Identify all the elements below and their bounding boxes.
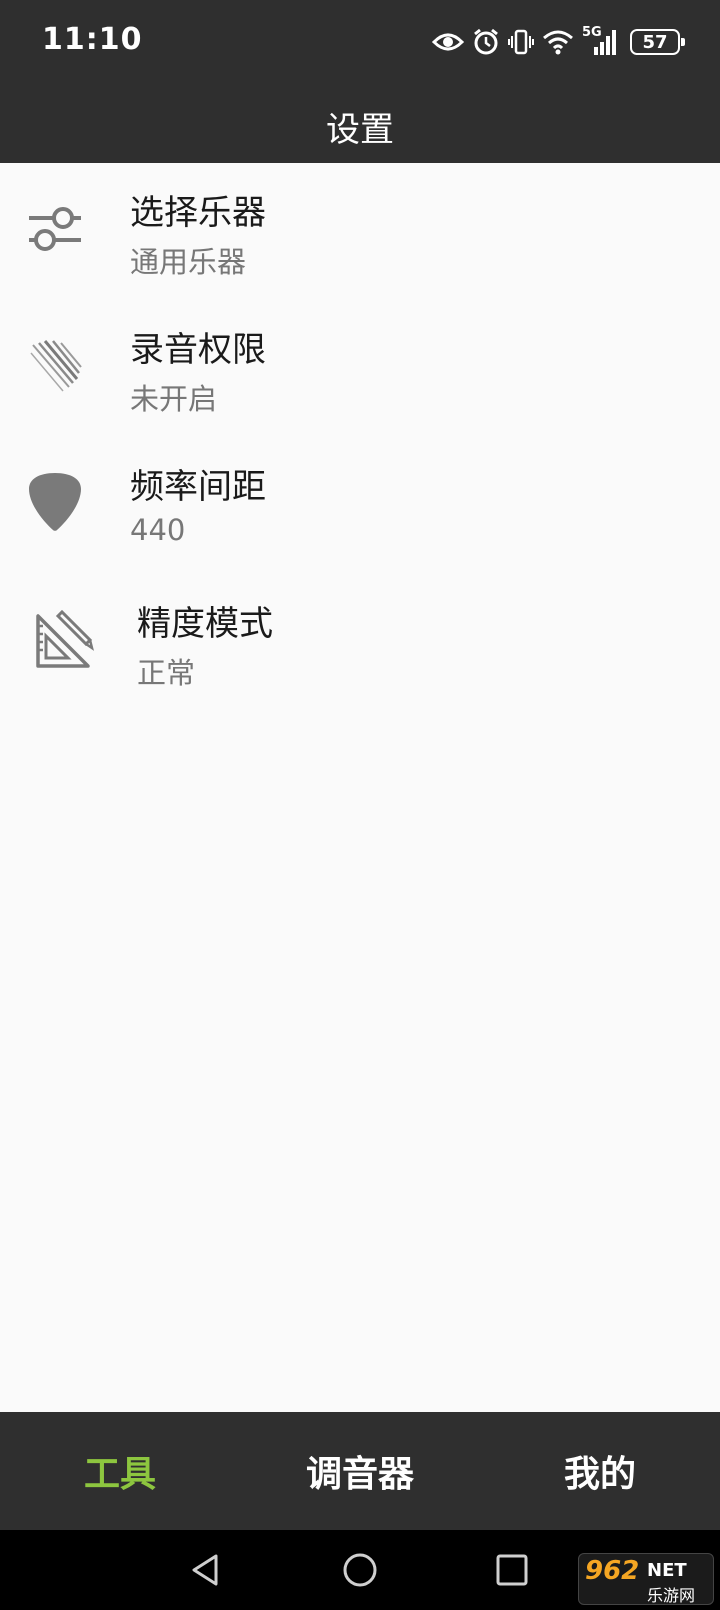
wifi-icon xyxy=(542,29,574,55)
bottom-nav: 工具 调音器 我的 xyxy=(0,1412,720,1530)
setting-item-frequency[interactable]: 频率间距 440 xyxy=(0,437,720,574)
tab-tools[interactable]: 工具 xyxy=(0,1412,240,1530)
alarm-icon xyxy=(472,28,500,56)
tab-mine[interactable]: 我的 xyxy=(480,1412,720,1530)
setting-item-precision-mode[interactable]: 精度模式 正常 xyxy=(0,574,720,711)
battery-indicator: 57 xyxy=(630,29,685,55)
setting-item-record-permission[interactable]: 录音权限 未开启 xyxy=(0,300,720,437)
set-square-ruler-icon xyxy=(28,604,98,674)
battery-level: 57 xyxy=(642,31,668,53)
setting-title: 选择乐器 xyxy=(130,193,266,233)
setting-value: 通用乐器 xyxy=(130,245,247,279)
eye-icon xyxy=(432,31,464,53)
setting-value: 440 xyxy=(130,513,186,547)
guitar-pick-icon xyxy=(20,467,90,537)
watermark-net: NET xyxy=(647,1560,687,1581)
setting-title: 频率间距 xyxy=(130,467,266,507)
setting-value: 未开启 xyxy=(130,382,218,416)
watermark-sub: 乐游网 xyxy=(647,1586,696,1605)
title-bar: 设置 xyxy=(0,84,720,163)
settings-list: 选择乐器 通用乐器 录音权限 未开启 频率间距 440 精度模式 正常 xyxy=(0,163,720,711)
status-time: 11:10 xyxy=(42,22,143,57)
home-icon[interactable] xyxy=(340,1550,380,1590)
back-icon[interactable] xyxy=(186,1550,226,1590)
setting-item-instrument[interactable]: 选择乐器 通用乐器 xyxy=(0,163,720,300)
page-title: 设置 xyxy=(326,110,394,150)
watermark-logo: 962 NET 乐游网 xyxy=(578,1553,714,1605)
setting-title: 录音权限 xyxy=(130,330,266,370)
sliders-icon xyxy=(20,193,90,263)
setting-title: 精度模式 xyxy=(137,604,273,644)
vibrate-icon xyxy=(508,28,534,56)
signal-icon: 5G xyxy=(582,25,618,57)
setting-value: 正常 xyxy=(137,656,196,690)
status-icons: 5G 57 xyxy=(432,24,685,60)
recents-icon[interactable] xyxy=(492,1550,532,1590)
diagonal-lines-icon xyxy=(20,330,90,400)
tab-tuner[interactable]: 调音器 xyxy=(240,1412,480,1530)
status-bar: 11:10 5G 57 xyxy=(0,0,720,84)
watermark-number: 962 xyxy=(585,1556,640,1586)
